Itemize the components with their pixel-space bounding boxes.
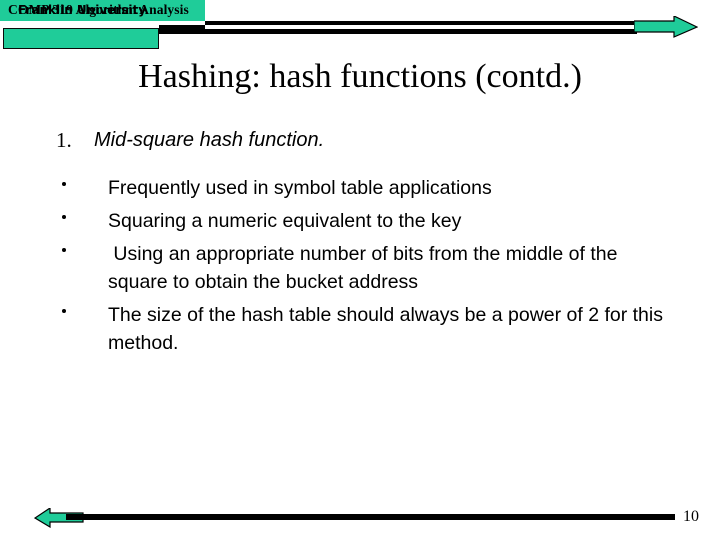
bullet-dot-icon [62, 182, 66, 186]
footer-rule [66, 514, 675, 520]
page-title: Hashing: hash functions (contd.) [138, 58, 582, 95]
list-item: Using an appropriate number of bits from… [0, 240, 720, 296]
bullet-list: Frequently used in symbol table applicat… [0, 174, 720, 357]
list-item-label: Using an appropriate number of bits from… [108, 243, 623, 293]
list-item: Frequently used in symbol table applicat… [0, 174, 720, 202]
list-item: The size of the hash table should always… [0, 301, 720, 357]
top-rule-lower [159, 29, 637, 34]
bullet-dot-icon [62, 309, 66, 313]
slide-body: 1. Mid-square hash function. Frequently … [0, 128, 720, 362]
school-banner [3, 28, 159, 49]
arrow-right-icon [634, 16, 698, 38]
list-item-label: Frequently used in symbol table applicat… [108, 177, 492, 199]
list-item: Squaring a numeric equivalent to the key [0, 207, 720, 235]
list-item-label: Squaring a numeric equivalent to the key [108, 210, 462, 232]
list-item-label: The size of the hash table should always… [108, 304, 669, 354]
bullet-dot-icon [62, 215, 66, 219]
bullet-dot-icon [62, 248, 66, 252]
school-banner-label: Franklin University [18, 3, 147, 17]
page-number: 10 [683, 508, 699, 525]
numbered-item: 1. Mid-square hash function. [56, 128, 720, 162]
slide-canvas: COMP 319 Algorithm Analysis Franklin Uni… [0, 0, 720, 540]
numbered-item-marker: 1. [56, 128, 72, 152]
numbered-item-label: Mid-square hash function. [94, 129, 325, 151]
top-rule-upper [205, 21, 637, 25]
